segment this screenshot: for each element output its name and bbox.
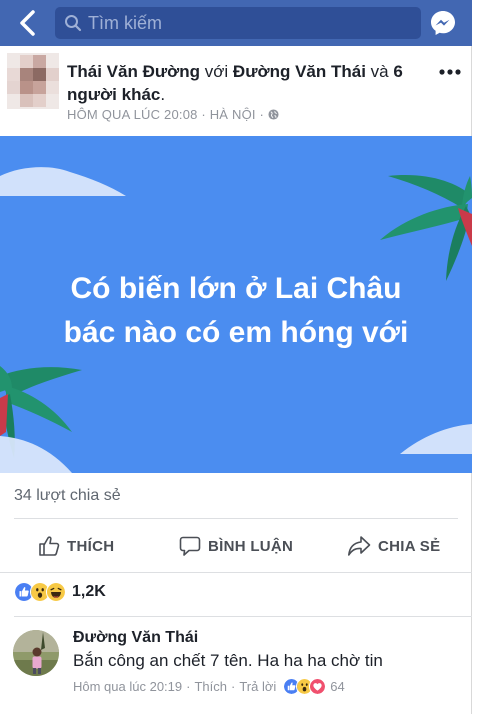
separator: · — [230, 678, 236, 694]
post-location[interactable]: HÀ NỘI — [210, 107, 256, 122]
chevron-left-icon — [20, 10, 35, 36]
comment-button[interactable]: BÌNH LUẬN — [179, 531, 293, 561]
post-banner[interactable]: Có biến lớn ở Lai Châu bác nào có em hón… — [0, 136, 472, 473]
more-dots-icon — [439, 69, 461, 75]
divider — [14, 616, 472, 617]
love-icon — [309, 677, 327, 695]
comment-like-link[interactable]: Thích — [194, 679, 227, 694]
like-button[interactable]: THÍCH — [38, 531, 114, 561]
comment-text: Bắn công an chết 7 tên. Ha ha ha chờ tin — [73, 651, 383, 670]
commenter-name[interactable]: Đường Văn Thái — [73, 629, 198, 647]
commenter-avatar[interactable] — [13, 630, 59, 676]
comment-reaction-count: 64 — [330, 678, 345, 694]
banner-text-line-1: Có biến lớn ở Lai Châu — [70, 272, 402, 305]
messenger-button[interactable] — [429, 9, 457, 37]
top-bar: Tìm kiếm — [0, 0, 472, 46]
back-button[interactable] — [14, 8, 42, 38]
haha-icon — [46, 582, 66, 602]
like-label: THÍCH — [67, 537, 115, 555]
messenger-icon — [431, 11, 455, 35]
post-author-line: Thái Văn Đường với Đường Văn Thái và 6 n… — [67, 60, 427, 106]
globe-icon — [268, 109, 279, 120]
share-count[interactable]: 34 lượt chia sẻ — [14, 487, 121, 505]
search-icon — [65, 15, 82, 32]
thumbs-up-icon — [39, 536, 60, 556]
reaction-count: 1,2K — [72, 583, 106, 600]
author-avatar[interactable] — [7, 53, 59, 109]
search-input[interactable]: Tìm kiếm — [88, 7, 162, 39]
app-frame: Tìm kiếm Thái Văn Đường với Đường Văn Th… — [0, 0, 472, 714]
share-button[interactable]: CHIA SẺ — [347, 531, 440, 561]
comment-reactions[interactable]: 64 — [283, 677, 345, 695]
with-word: với — [204, 62, 229, 81]
reactions-summary[interactable]: 1,2K — [14, 582, 106, 602]
separator: · — [186, 678, 191, 694]
period: . — [160, 85, 166, 104]
comment-time[interactable]: Hôm qua lúc 20:19 — [73, 679, 182, 694]
banner-text-line-2: bác nào có em hóng với — [63, 316, 409, 349]
share-label: CHIA SẺ — [378, 537, 441, 555]
comment-label: BÌNH LUẬN — [208, 537, 294, 555]
share-arrow-icon — [348, 536, 371, 556]
search-box[interactable]: Tìm kiếm — [55, 7, 421, 39]
post-timestamp[interactable]: HÔM QUA LÚC 20:08 — [67, 107, 198, 122]
divider — [14, 518, 458, 519]
and-word: và — [370, 62, 389, 81]
comment-reply-link[interactable]: Trả lời — [239, 679, 276, 694]
comment-meta: Hôm qua lúc 20:19 · Thích · Trả lời 64 — [73, 677, 345, 695]
tagged-name[interactable]: Đường Văn Thái — [233, 62, 366, 81]
post-meta: HÔM QUA LÚC 20:08 · HÀ NỘI · — [67, 107, 279, 122]
divider — [0, 572, 472, 573]
comment-bubble-icon — [179, 536, 201, 556]
more-options-button[interactable] — [438, 65, 462, 77]
author-name[interactable]: Thái Văn Đường — [67, 62, 200, 81]
